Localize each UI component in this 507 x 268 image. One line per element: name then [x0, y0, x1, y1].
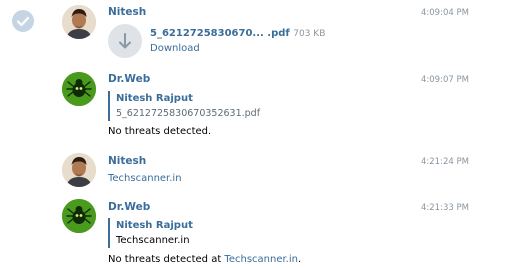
- reply-quote-bar: [108, 91, 110, 121]
- reply-sender-name[interactable]: Nitesh Rajput: [116, 93, 193, 104]
- reply-text[interactable]: Techscanner.in: [116, 235, 190, 246]
- message-text-link[interactable]: Techscanner.in: [224, 254, 298, 265]
- sender-name[interactable]: Nitesh: [108, 6, 146, 18]
- reply-sender-name[interactable]: Nitesh Rajput: [116, 220, 193, 231]
- message-time: 4:21:33 PM: [421, 203, 469, 213]
- download-link[interactable]: Download: [150, 43, 200, 54]
- message-text-prefix: No threats detected at: [108, 254, 225, 265]
- message-link[interactable]: Techscanner.in: [108, 173, 182, 184]
- reply-text[interactable]: 5_6212725830670352631.pdf: [116, 108, 260, 119]
- file-name-text: 5_6212725830670... .pdf: [150, 28, 290, 39]
- avatar-drweb[interactable]: [62, 199, 96, 233]
- avatar-drweb[interactable]: [62, 72, 96, 106]
- message-text: No threats detected at Techscanner.in.: [108, 254, 301, 265]
- avatar-nitesh[interactable]: [62, 5, 96, 39]
- dr-web-spider-logo-icon: [62, 72, 96, 106]
- message-time: 4:09:04 PM: [421, 8, 469, 18]
- message-text: No threats detected.: [108, 126, 212, 137]
- avatar-nitesh[interactable]: [62, 153, 96, 187]
- sender-name[interactable]: Nitesh: [108, 155, 146, 167]
- sender-name[interactable]: Dr.Web: [108, 73, 150, 85]
- selected-check-icon[interactable]: [12, 10, 34, 32]
- file-name[interactable]: 5_6212725830670... .pdf 703 KB: [150, 28, 325, 39]
- message-time: 4:21:24 PM: [421, 157, 469, 167]
- file-size: 703 KB: [293, 29, 326, 39]
- download-file-icon[interactable]: [108, 24, 142, 58]
- reply-quote-bar: [108, 218, 110, 248]
- sender-name[interactable]: Dr.Web: [108, 201, 150, 213]
- dr-web-spider-logo-icon: [62, 199, 96, 233]
- message-text-suffix: .: [297, 254, 302, 265]
- message-time: 4:09:07 PM: [421, 75, 469, 85]
